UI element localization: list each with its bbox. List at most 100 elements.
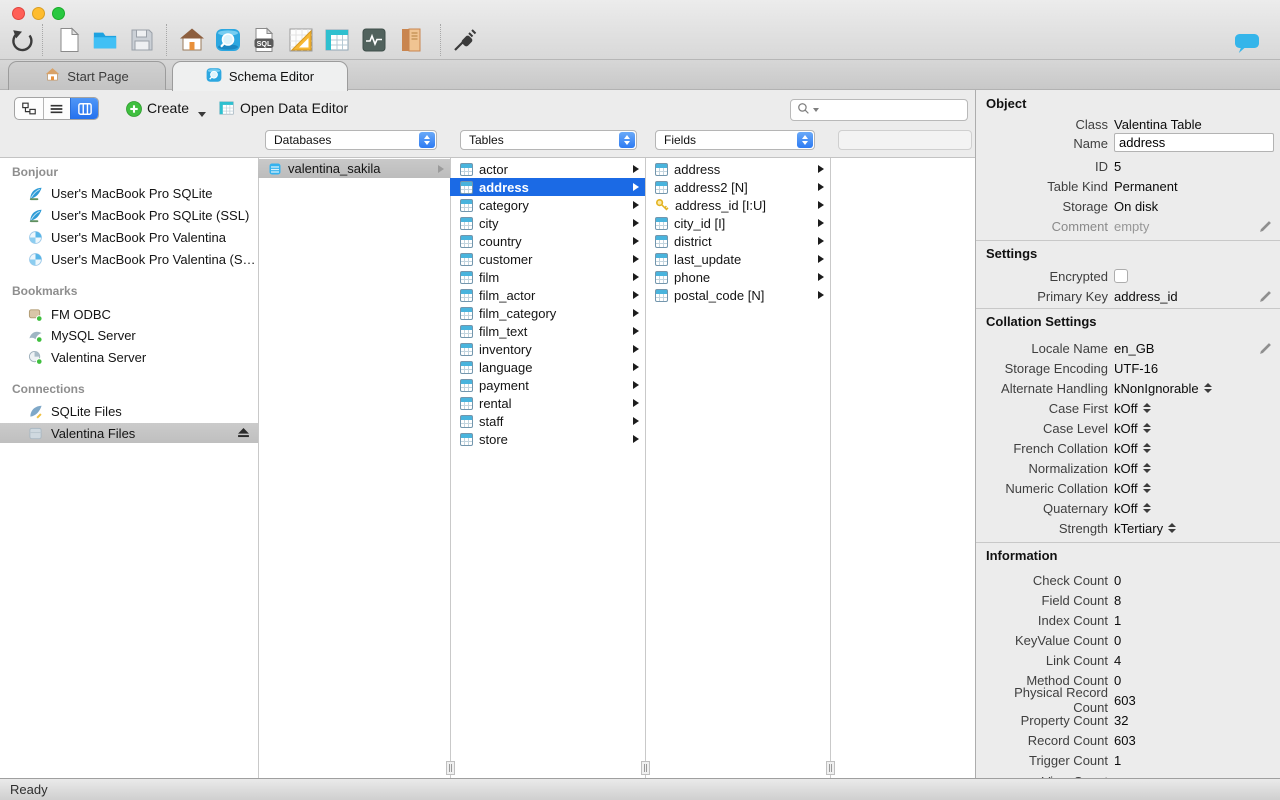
sidebar-item-valentina-files[interactable]: Valentina Files xyxy=(0,423,258,443)
edit-pencil-icon[interactable] xyxy=(1259,342,1272,358)
data-editor-table-icon[interactable] xyxy=(218,100,235,119)
open-folder-icon[interactable] xyxy=(92,27,118,53)
table-row-film[interactable]: film xyxy=(450,268,645,286)
table-row-country[interactable]: country xyxy=(450,232,645,250)
sidebar-item-valentina-ssl-bonjour[interactable]: User's MacBook Pro Valentina (S… xyxy=(0,249,258,269)
field-row-address2[interactable]: address2 [N] xyxy=(645,178,830,196)
minimize-window-button[interactable] xyxy=(32,7,45,20)
schema-editor-icon[interactable] xyxy=(215,27,241,53)
search-input[interactable] xyxy=(790,99,968,121)
tab-schema-editor[interactable]: Schema Editor xyxy=(172,61,348,91)
table-icon xyxy=(460,270,473,284)
table-icon[interactable] xyxy=(324,27,350,53)
zoom-window-button[interactable] xyxy=(52,7,65,20)
table-row-address[interactable]: address xyxy=(450,178,645,196)
keyvalue-count-label: KeyValue Count xyxy=(1015,632,1108,648)
connect-plug-icon[interactable] xyxy=(452,27,478,53)
sql-document-icon[interactable]: SQL xyxy=(251,27,277,53)
log-book-icon[interactable] xyxy=(398,27,424,53)
table-icon xyxy=(460,288,473,302)
create-menu-caret[interactable] xyxy=(198,112,206,117)
table-row-payment[interactable]: payment xyxy=(450,376,645,394)
locale-name-label: Locale Name xyxy=(1031,340,1108,356)
case-first-dropdown[interactable]: Case First kOff xyxy=(976,398,1280,418)
tab-label: Schema Editor xyxy=(228,69,315,84)
table-row-film-text[interactable]: film_text xyxy=(450,322,645,340)
encrypted-checkbox[interactable] xyxy=(1114,269,1128,283)
name-field[interactable] xyxy=(1114,133,1274,152)
field-row-city-id[interactable]: city_id [I] xyxy=(645,214,830,232)
strength-dropdown[interactable]: Strength kTertiary xyxy=(976,518,1280,538)
databases-kind-dropdown[interactable]: Databases xyxy=(265,130,437,150)
chat-bubble-icon[interactable] xyxy=(1234,30,1260,56)
field-row-address-id[interactable]: address_id [I:U] xyxy=(645,196,830,214)
table-row-inventory[interactable]: inventory xyxy=(450,340,645,358)
create-button[interactable]: Create xyxy=(147,97,189,120)
search-options-caret[interactable] xyxy=(813,108,819,112)
case-level-dropdown[interactable]: Case Level kOff xyxy=(976,418,1280,438)
tree-view-button[interactable] xyxy=(15,98,43,119)
table-row-film-category[interactable]: film_category xyxy=(450,304,645,322)
diagram-ruler-icon[interactable] xyxy=(288,27,314,53)
open-data-editor-button[interactable]: Open Data Editor xyxy=(240,97,348,120)
updown-chevron-icon xyxy=(1142,403,1151,413)
table-row-rental[interactable]: rental xyxy=(450,394,645,412)
field-icon xyxy=(655,180,668,194)
fields-kind-dropdown[interactable]: Fields xyxy=(655,130,815,150)
french-collation-dropdown[interactable]: French Collation kOff xyxy=(976,438,1280,458)
table-row-actor[interactable]: actor xyxy=(450,160,645,178)
alternate-handling-dropdown[interactable]: Alternate Handling kNonIgnorable xyxy=(976,378,1280,398)
column-view-button[interactable] xyxy=(70,98,98,119)
table-row-category[interactable]: category xyxy=(450,196,645,214)
field-name: address_id [I:U] xyxy=(675,197,767,213)
save-icon[interactable] xyxy=(129,27,155,53)
close-window-button[interactable] xyxy=(12,7,25,20)
new-document-icon[interactable] xyxy=(56,27,82,53)
sidebar-item-sqlite-bonjour[interactable]: User's MacBook Pro SQLite xyxy=(0,183,258,203)
sidebar-item-valentina-bonjour[interactable]: User's MacBook Pro Valentina xyxy=(0,227,258,247)
column-resize-grip[interactable] xyxy=(826,761,835,775)
table-icon xyxy=(460,432,473,446)
edit-pencil-icon[interactable] xyxy=(1259,220,1272,236)
numeric-collation-dropdown[interactable]: Numeric Collation kOff xyxy=(976,478,1280,498)
table-name: category xyxy=(479,197,529,213)
search-icon xyxy=(797,102,811,119)
undo-icon[interactable] xyxy=(10,27,36,53)
app-window: SQL Start Page Schema Editor Create Open… xyxy=(0,0,1280,800)
table-row-city[interactable]: city xyxy=(450,214,645,232)
disclosure-arrow-icon xyxy=(633,291,639,299)
normalization-dropdown[interactable]: Normalization kOff xyxy=(976,458,1280,478)
table-row-language[interactable]: language xyxy=(450,358,645,376)
class-label: Class xyxy=(1075,116,1108,132)
field-row-district[interactable]: district xyxy=(645,232,830,250)
field-row-address[interactable]: address xyxy=(645,160,830,178)
home-icon[interactable] xyxy=(179,27,205,53)
field-row-postal-code[interactable]: postal_code [N] xyxy=(645,286,830,304)
sidebar-item-mysql-server[interactable]: MySQL Server xyxy=(0,325,258,345)
column-resize-grip[interactable] xyxy=(641,761,650,775)
table-row-staff[interactable]: staff xyxy=(450,412,645,430)
sidebar-item-sqlite-files[interactable]: SQLite Files xyxy=(0,401,258,421)
field-row-last-update[interactable]: last_update xyxy=(645,250,830,268)
field-row-phone[interactable]: phone xyxy=(645,268,830,286)
title-toolbar: SQL xyxy=(0,0,1280,60)
eject-icon[interactable] xyxy=(237,426,250,441)
quaternary-dropdown[interactable]: Quaternary kOff xyxy=(976,498,1280,518)
tables-kind-dropdown[interactable]: Tables xyxy=(460,130,637,150)
sidebar-item-sqlite-ssl-bonjour[interactable]: User's MacBook Pro SQLite (SSL) xyxy=(0,205,258,225)
record-count-label: Record Count xyxy=(1027,732,1108,748)
table-row-film-actor[interactable]: film_actor xyxy=(450,286,645,304)
list-view-button[interactable] xyxy=(42,98,71,119)
edit-pencil-icon[interactable] xyxy=(1259,290,1272,306)
table-name: customer xyxy=(479,251,533,267)
table-row-store[interactable]: store xyxy=(450,430,645,448)
tab-start-page[interactable]: Start Page xyxy=(8,61,166,90)
disclosure-arrow-icon xyxy=(633,255,639,263)
database-row-valentina-sakila[interactable]: valentina_sakila xyxy=(258,159,450,178)
sidebar-item-fm-odbc[interactable]: FM ODBC xyxy=(0,304,258,324)
table-row-customer[interactable]: customer xyxy=(450,250,645,268)
sidebar-item-valentina-server[interactable]: Valentina Server xyxy=(0,347,258,367)
server-monitor-icon[interactable] xyxy=(361,27,387,53)
column-resize-grip[interactable] xyxy=(446,761,455,775)
create-plus-icon[interactable] xyxy=(126,101,142,120)
